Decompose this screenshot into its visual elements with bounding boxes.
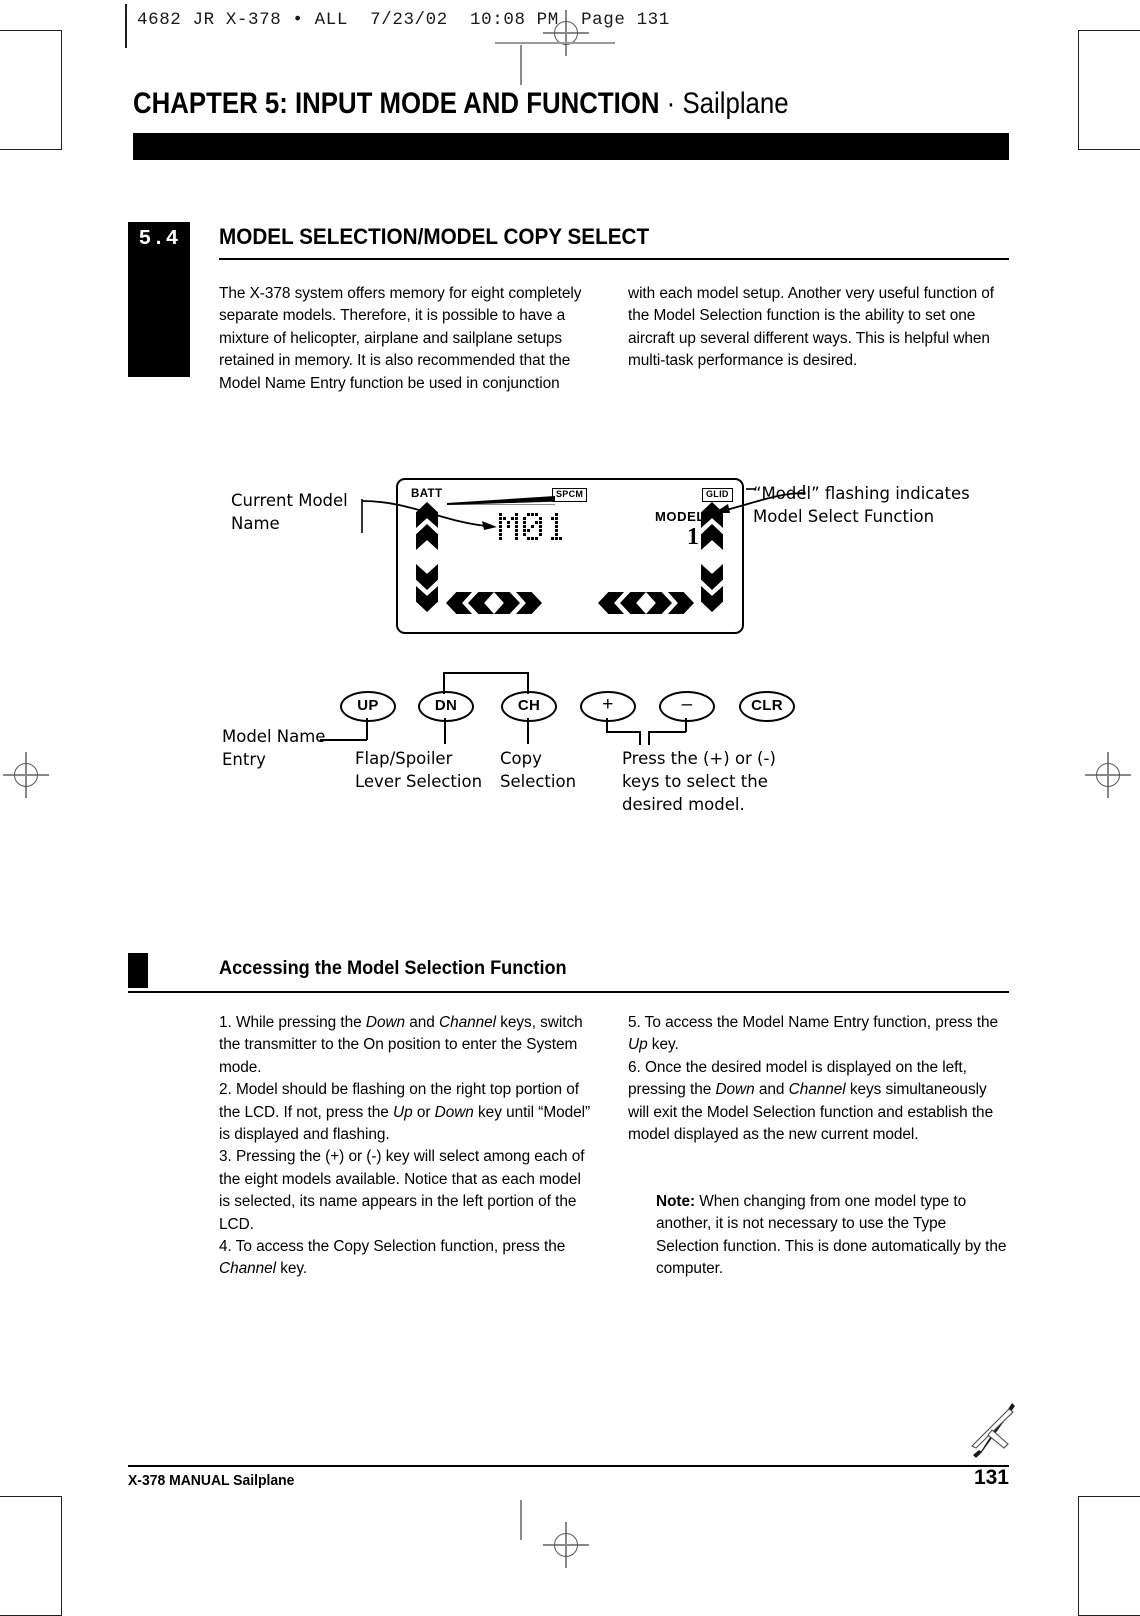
section-title: MODEL SELECTION/MODEL COPY SELECT [219, 224, 650, 249]
minus-button[interactable]: – [659, 691, 715, 722]
registration-mark-bottom [543, 1522, 589, 1568]
paragraph: Note: When changing from one model type … [656, 1193, 1007, 1278]
callout-model-flashing: “Model” flashing indicates Model Select … [753, 484, 970, 526]
trim-line-top [520, 45, 522, 85]
paragraph: 6. Once the desired model is displayed o… [628, 1058, 994, 1144]
note-paragraph: Note: When changing from one model type … [656, 1191, 1008, 1281]
intro-right-text: with each model setup. Another very usef… [628, 285, 995, 370]
dn-ch-bracket-right [527, 672, 529, 694]
intro-paragraph-left: The X-378 system offers memory for eight… [219, 283, 597, 395]
dn-ch-bracket-left [443, 672, 445, 694]
paragraph: 2. Model should be flashing on the right… [219, 1081, 591, 1144]
section-rule [219, 258, 1009, 261]
lcd-spcm-badge: SPCM [552, 488, 588, 502]
right-horizontal-trim-indicator [598, 592, 694, 614]
intro-paragraph-right: with each model setup. Another very usef… [628, 283, 1009, 373]
slug-underline [495, 42, 615, 44]
chapter-heading: CHAPTER 5: INPUT MODE AND FUNCTION · Sai… [133, 87, 789, 121]
subsection-marker [128, 953, 148, 988]
callout-model-name-entry: Model Name Entry [222, 727, 326, 769]
plusminus-bracket-drop [648, 731, 650, 745]
dn-ch-bracket-top [443, 672, 528, 674]
dn-button[interactable]: DN [418, 691, 474, 722]
plusminus-bracket-left [606, 731, 640, 733]
paragraph: 5. To access the Model Name Entry functi… [628, 1014, 999, 1054]
plusminus-bracket-mid [639, 731, 641, 745]
chapter-subject: Sailplane [682, 87, 789, 120]
callout-flap-spoiler: Flap/Spoiler Lever Selection [355, 749, 483, 791]
chapter-separator: · [659, 87, 683, 120]
crop-corner-bottom-left [0, 1496, 62, 1616]
paragraph: 1. While pressing the Down and Channel k… [219, 1014, 583, 1076]
steps-column-left: 1. While pressing the Down and Channel k… [219, 1012, 593, 1281]
ch-button[interactable]: CH [501, 691, 557, 722]
lcd-model-label: MODEL [655, 509, 705, 524]
plus-leader-stem [606, 718, 608, 732]
slug-divider [125, 4, 127, 48]
footer-page-number: 131 [973, 1466, 1009, 1489]
trim-line-bottom [520, 1500, 522, 1540]
glider-icon [971, 1403, 1015, 1458]
crop-corner-top-left [0, 30, 62, 150]
registration-mark-right [1085, 752, 1131, 798]
subsection-rule [128, 991, 1009, 994]
current-model-name-leader [361, 499, 497, 533]
subsection-title: Accessing the Model Selection Function [219, 957, 567, 979]
lcd-model-number: 1 [687, 524, 699, 550]
up-button[interactable]: UP [340, 691, 396, 722]
minus-leader-stem [685, 718, 687, 732]
footer-rule [128, 1465, 1009, 1468]
callout-press-keys: Press the (+) or (-) keys to select the … [622, 749, 776, 814]
callout-copy-selection: Copy Selection [500, 749, 577, 791]
dn-leader-stem [444, 718, 446, 744]
plus-button[interactable]: + [580, 691, 636, 722]
registration-mark-left [3, 752, 49, 798]
clr-button[interactable]: CLR [739, 691, 795, 722]
paragraph: 4. To access the Copy Selection function… [219, 1238, 566, 1278]
intro-left-text: The X-378 system offers memory for eight… [219, 285, 582, 392]
page-canvas: 4682 JR X-378 • ALL 7/23/02 10:08 PM Pag… [0, 0, 1140, 1616]
left-horizontal-trim-indicator [446, 592, 542, 614]
crop-corner-bottom-right [1078, 1496, 1140, 1616]
plusminus-bracket-right [648, 731, 686, 733]
callout-current-model-name: Current Model Name [231, 491, 348, 533]
print-slug: 4682 JR X-378 • ALL 7/23/02 10:08 PM Pag… [137, 10, 670, 30]
section-number-block: 5.4 [128, 222, 190, 377]
crop-corner-top-right [1078, 30, 1140, 150]
section-number: 5.4 [138, 228, 180, 251]
chapter-rule-bar [133, 133, 1009, 160]
steps-column-right: 5. To access the Model Name Entry functi… [628, 1012, 1009, 1146]
chapter-title: CHAPTER 5: INPUT MODE AND FUNCTION [133, 87, 660, 120]
footer-manual-label: X-378 MANUAL Sailplane [128, 1472, 295, 1489]
paragraph: 3. Pressing the (+) or (-) key will sele… [219, 1148, 585, 1233]
ch-leader-stem [527, 718, 529, 744]
